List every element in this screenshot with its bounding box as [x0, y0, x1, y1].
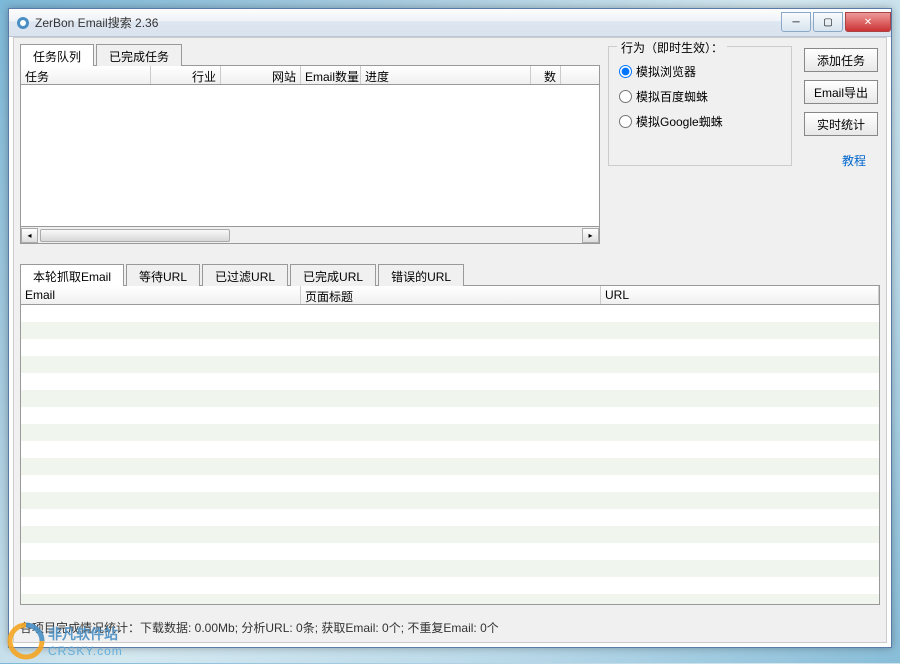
table-row	[21, 339, 879, 356]
table-row	[21, 356, 879, 373]
watermark-logo-icon	[6, 621, 46, 661]
task-hscrollbar[interactable]: ◂ ▸	[20, 227, 600, 244]
radio-google-spider[interactable]: 模拟Google蜘蛛	[619, 113, 781, 130]
col-email[interactable]: Email	[21, 286, 301, 304]
tab-task-queue[interactable]: 任务队列	[20, 44, 94, 66]
realtime-stats-button[interactable]: 实时统计	[804, 112, 878, 136]
table-row	[21, 424, 879, 441]
task-table-body[interactable]	[20, 85, 600, 227]
col-industry[interactable]: 行业	[151, 66, 221, 84]
table-row	[21, 543, 879, 560]
radio-google-input[interactable]	[619, 115, 632, 128]
col-progress[interactable]: 进度	[361, 66, 531, 84]
table-row	[21, 390, 879, 407]
window-controls: ─ ▢ ✕	[781, 13, 891, 32]
client-area: 任务队列 已完成任务 任务 行业 网站 Email数量 进度 数 ◂	[13, 37, 887, 643]
table-row	[21, 407, 879, 424]
window-title: ZerBon Email搜索 2.36	[35, 14, 781, 31]
table-row	[21, 509, 879, 526]
tab-completed-tasks[interactable]: 已完成任务	[96, 44, 182, 66]
task-table-header: 任务 行业 网站 Email数量 进度 数	[20, 65, 600, 85]
right-buttons: 添加任务 Email导出 实时统计 教程	[792, 44, 880, 244]
app-window: ZerBon Email搜索 2.36 ─ ▢ ✕ 任务队列 已完成任务 任务 …	[8, 8, 892, 648]
table-row	[21, 475, 879, 492]
scroll-left-arrow[interactable]: ◂	[21, 228, 38, 243]
minimize-button[interactable]: ─	[781, 12, 811, 32]
col-website[interactable]: 网站	[221, 66, 301, 84]
table-row	[21, 441, 879, 458]
behavior-group: 行为（即时生效）： 模拟浏览器 模拟百度蜘蛛 模拟Google蜘蛛	[608, 46, 792, 166]
col-count[interactable]: 数	[531, 66, 561, 84]
top-right-panel: 行为（即时生效）： 模拟浏览器 模拟百度蜘蛛 模拟Google蜘蛛	[600, 44, 880, 244]
table-row	[21, 594, 879, 605]
tab-completed-url[interactable]: 已完成URL	[290, 264, 376, 286]
scroll-thumb[interactable]	[40, 229, 230, 242]
table-row	[21, 373, 879, 390]
status-bar: 各项目完成情况统计：下载数据: 0.00Mb; 分析URL: 0条; 获取Ema…	[20, 619, 880, 636]
table-row	[21, 305, 879, 322]
titlebar[interactable]: ZerBon Email搜索 2.36 ─ ▢ ✕	[9, 9, 891, 37]
tab-waiting-url[interactable]: 等待URL	[126, 264, 200, 286]
tab-email-this-round[interactable]: 本轮抓取Email	[20, 264, 124, 286]
top-area: 任务队列 已完成任务 任务 行业 网站 Email数量 进度 数 ◂	[20, 44, 880, 244]
col-page-title[interactable]: 页面标题	[301, 286, 601, 304]
bottom-table-header: Email 页面标题 URL	[20, 285, 880, 305]
watermark-line2: CRSKY.com	[48, 644, 123, 658]
bottom-tabs: 本轮抓取Email 等待URL 已过滤URL 已完成URL 错误的URL	[20, 264, 880, 286]
table-row	[21, 492, 879, 509]
table-row	[21, 458, 879, 475]
add-task-button[interactable]: 添加任务	[804, 48, 878, 72]
tab-error-url[interactable]: 错误的URL	[378, 264, 464, 286]
behavior-legend: 行为（即时生效）：	[617, 39, 727, 56]
bottom-area: 本轮抓取Email 等待URL 已过滤URL 已完成URL 错误的URL Ema…	[20, 264, 880, 605]
table-row	[21, 577, 879, 594]
close-button[interactable]: ✕	[845, 12, 891, 32]
scroll-right-arrow[interactable]: ▸	[582, 228, 599, 243]
email-export-button[interactable]: Email导出	[804, 80, 878, 104]
table-row	[21, 322, 879, 339]
tutorial-link[interactable]: 教程	[804, 152, 866, 169]
scroll-track[interactable]	[38, 228, 582, 243]
radio-browser-input[interactable]	[619, 65, 632, 78]
table-row	[21, 560, 879, 577]
maximize-button[interactable]: ▢	[813, 12, 843, 32]
table-row	[21, 526, 879, 543]
col-url[interactable]: URL	[601, 286, 879, 304]
col-task[interactable]: 任务	[21, 66, 151, 84]
col-email-count[interactable]: Email数量	[301, 66, 361, 84]
tab-filtered-url[interactable]: 已过滤URL	[202, 264, 288, 286]
app-icon	[15, 15, 31, 31]
radio-baidu-spider[interactable]: 模拟百度蜘蛛	[619, 88, 781, 105]
radio-baidu-input[interactable]	[619, 90, 632, 103]
radio-browser[interactable]: 模拟浏览器	[619, 63, 781, 80]
watermark-text: 非凡软件站 CRSKY.com	[48, 624, 123, 658]
bottom-table-body[interactable]	[20, 305, 880, 605]
task-panel: 任务队列 已完成任务 任务 行业 网站 Email数量 进度 数 ◂	[20, 44, 600, 244]
top-tabs: 任务队列 已完成任务	[20, 44, 600, 66]
watermark: 非凡软件站 CRSKY.com	[6, 621, 123, 661]
watermark-line1: 非凡软件站	[48, 624, 123, 644]
